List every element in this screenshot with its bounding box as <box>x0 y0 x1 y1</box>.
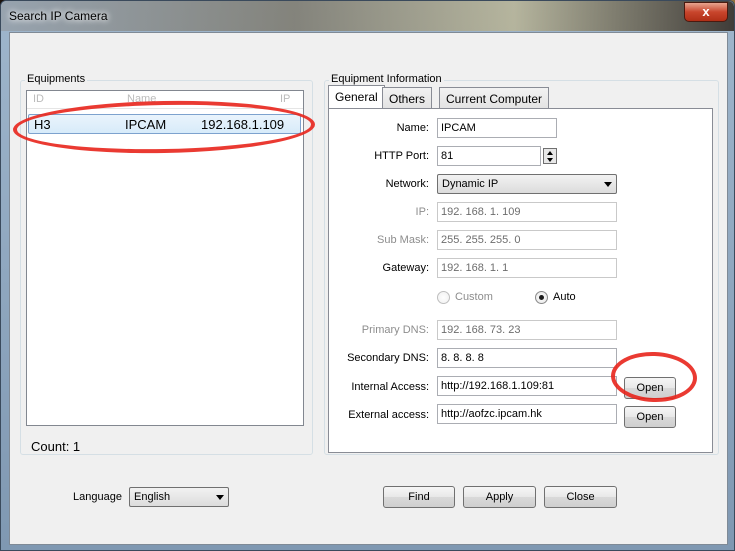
stepper-down-icon[interactable] <box>547 158 553 162</box>
open-internal-button[interactable]: Open <box>624 377 676 399</box>
apply-button[interactable]: Apply <box>463 486 536 508</box>
equipment-row-ip: 192.168.1.109 <box>201 117 285 132</box>
submask-field[interactable]: 255. 255. 255. 0 <box>437 230 617 250</box>
ip-label: IP: <box>415 206 429 218</box>
http-port-stepper[interactable] <box>543 148 557 164</box>
internal-access-label: Internal Access: <box>351 381 429 393</box>
ip-field[interactable]: 192. 168. 1. 109 <box>437 202 617 222</box>
language-label: Language <box>73 491 122 503</box>
external-access-field[interactable]: http://aofzc.ipcam.hk <box>437 404 617 424</box>
chevron-down-icon <box>216 495 224 500</box>
close-icon: x <box>702 4 710 19</box>
equipments-group: Equipments ID Name IP H3 IPCAM 192.168.1… <box>20 73 313 455</box>
http-port-label: HTTP Port: <box>374 150 429 162</box>
equipment-list-header: ID Name IP <box>27 91 303 109</box>
primary-dns-field[interactable]: 192. 168. 73. 23 <box>437 320 617 340</box>
submask-label: Sub Mask: <box>377 234 429 246</box>
dns-custom-radio[interactable] <box>437 291 450 304</box>
tab-general[interactable]: General <box>328 85 385 109</box>
internal-access-field[interactable]: http://192.168.1.109:81 <box>437 376 617 396</box>
equipment-list[interactable]: ID Name IP H3 IPCAM 192.168.1.109 <box>26 90 304 426</box>
general-tab-panel: Name: IPCAM HTTP Port: 81 Network: Dynam… <box>328 108 713 453</box>
search-ip-camera-window: Search IP Camera x Equipments ID Name IP… <box>0 0 735 551</box>
equipment-row-id: H3 <box>34 117 51 132</box>
chevron-down-icon <box>604 182 612 187</box>
close-button[interactable]: Close <box>544 486 617 508</box>
equipment-count: Count: 1 <box>31 439 81 454</box>
find-button[interactable]: Find <box>383 486 455 508</box>
secondary-dns-label: Secondary DNS: <box>347 352 429 364</box>
network-select-value: Dynamic IP <box>442 178 499 190</box>
name-field[interactable]: IPCAM <box>437 118 557 138</box>
equipments-group-label: Equipments <box>25 73 88 85</box>
primary-dns-label: Primary DNS: <box>361 324 429 336</box>
tab-current-computer[interactable]: Current Computer <box>439 87 550 108</box>
column-header-name[interactable]: Name <box>127 93 156 105</box>
equipment-information-group: Equipment Information General Others Cur… <box>324 73 719 455</box>
equipment-row[interactable]: H3 IPCAM 192.168.1.109 <box>28 114 301 134</box>
stepper-up-icon[interactable] <box>547 151 553 155</box>
http-port-field[interactable]: 81 <box>437 146 541 166</box>
gateway-label: Gateway: <box>382 262 429 274</box>
dialog-client-area: Equipments ID Name IP H3 IPCAM 192.168.1… <box>9 32 728 545</box>
gateway-field[interactable]: 192. 168. 1. 1 <box>437 258 617 278</box>
language-select[interactable]: English <box>129 487 229 507</box>
column-header-id[interactable]: ID <box>33 93 44 105</box>
equipment-row-name: IPCAM <box>125 117 167 132</box>
network-select[interactable]: Dynamic IP <box>437 174 617 194</box>
column-header-ip[interactable]: IP <box>280 93 290 105</box>
dns-custom-label: Custom <box>455 291 493 303</box>
tab-others[interactable]: Others <box>382 87 433 108</box>
language-select-value: English <box>134 491 171 503</box>
network-label: Network: <box>385 178 429 190</box>
dns-auto-label: Auto <box>553 291 576 303</box>
external-access-label: External access: <box>348 409 429 421</box>
equipment-information-group-label: Equipment Information <box>329 73 444 85</box>
window-title: Search IP Camera <box>9 9 108 23</box>
title-bar[interactable]: Search IP Camera x <box>1 1 734 31</box>
dns-auto-radio[interactable] <box>535 291 548 304</box>
name-label: Name: <box>396 122 429 134</box>
open-external-button[interactable]: Open <box>624 406 676 428</box>
close-window-button[interactable]: x <box>684 2 728 22</box>
secondary-dns-field[interactable]: 8. 8. 8. 8 <box>437 348 617 368</box>
